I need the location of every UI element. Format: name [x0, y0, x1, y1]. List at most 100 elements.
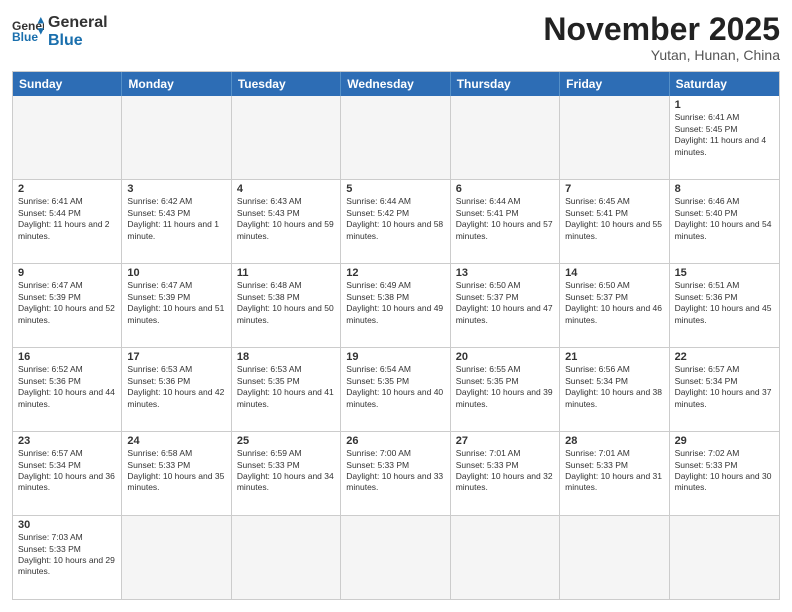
calendar-cell	[232, 516, 341, 599]
cell-info: Sunrise: 6:47 AM Sunset: 5:39 PM Dayligh…	[18, 280, 116, 326]
calendar-cell: 16Sunrise: 6:52 AM Sunset: 5:36 PM Dayli…	[13, 348, 122, 431]
cell-info: Sunrise: 6:50 AM Sunset: 5:37 PM Dayligh…	[456, 280, 554, 326]
calendar-cell: 23Sunrise: 6:57 AM Sunset: 5:34 PM Dayli…	[13, 432, 122, 515]
day-number: 6	[456, 183, 554, 195]
calendar-cell	[451, 96, 560, 179]
weekday-header: Tuesday	[232, 72, 341, 96]
cell-info: Sunrise: 6:52 AM Sunset: 5:36 PM Dayligh…	[18, 364, 116, 410]
weekday-header: Sunday	[13, 72, 122, 96]
cell-info: Sunrise: 6:54 AM Sunset: 5:35 PM Dayligh…	[346, 364, 444, 410]
day-number: 29	[675, 435, 774, 447]
day-number: 5	[346, 183, 444, 195]
logo: General Blue General Blue	[12, 12, 108, 49]
calendar-cell	[670, 516, 779, 599]
day-number: 17	[127, 351, 225, 363]
day-number: 11	[237, 267, 335, 279]
day-number: 16	[18, 351, 116, 363]
cell-info: Sunrise: 6:41 AM Sunset: 5:45 PM Dayligh…	[675, 112, 774, 158]
cell-info: Sunrise: 6:56 AM Sunset: 5:34 PM Dayligh…	[565, 364, 663, 410]
cell-info: Sunrise: 6:41 AM Sunset: 5:44 PM Dayligh…	[18, 196, 116, 242]
calendar-cell	[122, 516, 231, 599]
day-number: 2	[18, 183, 116, 195]
day-number: 12	[346, 267, 444, 279]
weekday-header: Wednesday	[341, 72, 450, 96]
cell-info: Sunrise: 6:47 AM Sunset: 5:39 PM Dayligh…	[127, 280, 225, 326]
calendar-cell: 27Sunrise: 7:01 AM Sunset: 5:33 PM Dayli…	[451, 432, 560, 515]
calendar-cell: 26Sunrise: 7:00 AM Sunset: 5:33 PM Dayli…	[341, 432, 450, 515]
day-number: 27	[456, 435, 554, 447]
cell-info: Sunrise: 7:01 AM Sunset: 5:33 PM Dayligh…	[456, 448, 554, 494]
cell-info: Sunrise: 6:42 AM Sunset: 5:43 PM Dayligh…	[127, 196, 225, 242]
calendar-cell	[560, 516, 669, 599]
day-number: 3	[127, 183, 225, 195]
calendar-cell: 20Sunrise: 6:55 AM Sunset: 5:35 PM Dayli…	[451, 348, 560, 431]
day-number: 24	[127, 435, 225, 447]
calendar-cell: 15Sunrise: 6:51 AM Sunset: 5:36 PM Dayli…	[670, 264, 779, 347]
cell-info: Sunrise: 7:00 AM Sunset: 5:33 PM Dayligh…	[346, 448, 444, 494]
calendar-cell	[232, 96, 341, 179]
cell-info: Sunrise: 6:50 AM Sunset: 5:37 PM Dayligh…	[565, 280, 663, 326]
cell-info: Sunrise: 6:55 AM Sunset: 5:35 PM Dayligh…	[456, 364, 554, 410]
calendar-row: 23Sunrise: 6:57 AM Sunset: 5:34 PM Dayli…	[13, 431, 779, 515]
cell-info: Sunrise: 6:51 AM Sunset: 5:36 PM Dayligh…	[675, 280, 774, 326]
location: Yutan, Hunan, China	[543, 47, 780, 63]
title-block: November 2025 Yutan, Hunan, China	[543, 12, 780, 63]
cell-info: Sunrise: 7:03 AM Sunset: 5:33 PM Dayligh…	[18, 532, 116, 578]
logo-icon: General Blue	[12, 17, 44, 45]
month-title: November 2025	[543, 12, 780, 47]
calendar-cell: 24Sunrise: 6:58 AM Sunset: 5:33 PM Dayli…	[122, 432, 231, 515]
calendar-cell: 8Sunrise: 6:46 AM Sunset: 5:40 PM Daylig…	[670, 180, 779, 263]
day-number: 10	[127, 267, 225, 279]
day-number: 30	[18, 519, 116, 531]
calendar-cell: 3Sunrise: 6:42 AM Sunset: 5:43 PM Daylig…	[122, 180, 231, 263]
calendar-cell	[341, 96, 450, 179]
calendar-cell: 12Sunrise: 6:49 AM Sunset: 5:38 PM Dayli…	[341, 264, 450, 347]
cell-info: Sunrise: 6:46 AM Sunset: 5:40 PM Dayligh…	[675, 196, 774, 242]
cell-info: Sunrise: 6:57 AM Sunset: 5:34 PM Dayligh…	[675, 364, 774, 410]
day-number: 1	[675, 99, 774, 111]
calendar-cell: 30Sunrise: 7:03 AM Sunset: 5:33 PM Dayli…	[13, 516, 122, 599]
cell-info: Sunrise: 6:53 AM Sunset: 5:35 PM Dayligh…	[237, 364, 335, 410]
day-number: 26	[346, 435, 444, 447]
cell-info: Sunrise: 6:44 AM Sunset: 5:42 PM Dayligh…	[346, 196, 444, 242]
calendar-cell	[560, 96, 669, 179]
calendar-cell: 29Sunrise: 7:02 AM Sunset: 5:33 PM Dayli…	[670, 432, 779, 515]
cell-info: Sunrise: 6:53 AM Sunset: 5:36 PM Dayligh…	[127, 364, 225, 410]
calendar-cell: 28Sunrise: 7:01 AM Sunset: 5:33 PM Dayli…	[560, 432, 669, 515]
calendar-cell: 1Sunrise: 6:41 AM Sunset: 5:45 PM Daylig…	[670, 96, 779, 179]
calendar-header: SundayMondayTuesdayWednesdayThursdayFrid…	[13, 72, 779, 96]
calendar-cell: 17Sunrise: 6:53 AM Sunset: 5:36 PM Dayli…	[122, 348, 231, 431]
weekday-header: Thursday	[451, 72, 560, 96]
calendar-row: 2Sunrise: 6:41 AM Sunset: 5:44 PM Daylig…	[13, 179, 779, 263]
calendar-cell: 14Sunrise: 6:50 AM Sunset: 5:37 PM Dayli…	[560, 264, 669, 347]
svg-text:Blue: Blue	[12, 30, 38, 44]
day-number: 25	[237, 435, 335, 447]
calendar-cell: 25Sunrise: 6:59 AM Sunset: 5:33 PM Dayli…	[232, 432, 341, 515]
calendar-row: 9Sunrise: 6:47 AM Sunset: 5:39 PM Daylig…	[13, 263, 779, 347]
day-number: 23	[18, 435, 116, 447]
cell-info: Sunrise: 6:48 AM Sunset: 5:38 PM Dayligh…	[237, 280, 335, 326]
cell-info: Sunrise: 6:49 AM Sunset: 5:38 PM Dayligh…	[346, 280, 444, 326]
calendar-cell	[341, 516, 450, 599]
day-number: 15	[675, 267, 774, 279]
calendar-cell: 22Sunrise: 6:57 AM Sunset: 5:34 PM Dayli…	[670, 348, 779, 431]
weekday-header: Saturday	[670, 72, 779, 96]
calendar: SundayMondayTuesdayWednesdayThursdayFrid…	[12, 71, 780, 600]
calendar-cell	[451, 516, 560, 599]
day-number: 22	[675, 351, 774, 363]
cell-info: Sunrise: 7:01 AM Sunset: 5:33 PM Dayligh…	[565, 448, 663, 494]
weekday-header: Friday	[560, 72, 669, 96]
day-number: 18	[237, 351, 335, 363]
day-number: 13	[456, 267, 554, 279]
calendar-cell: 6Sunrise: 6:44 AM Sunset: 5:41 PM Daylig…	[451, 180, 560, 263]
day-number: 7	[565, 183, 663, 195]
calendar-row: 16Sunrise: 6:52 AM Sunset: 5:36 PM Dayli…	[13, 347, 779, 431]
calendar-cell: 18Sunrise: 6:53 AM Sunset: 5:35 PM Dayli…	[232, 348, 341, 431]
calendar-cell: 9Sunrise: 6:47 AM Sunset: 5:39 PM Daylig…	[13, 264, 122, 347]
cell-info: Sunrise: 7:02 AM Sunset: 5:33 PM Dayligh…	[675, 448, 774, 494]
cell-info: Sunrise: 6:45 AM Sunset: 5:41 PM Dayligh…	[565, 196, 663, 242]
calendar-cell: 19Sunrise: 6:54 AM Sunset: 5:35 PM Dayli…	[341, 348, 450, 431]
calendar-cell: 5Sunrise: 6:44 AM Sunset: 5:42 PM Daylig…	[341, 180, 450, 263]
calendar-cell: 11Sunrise: 6:48 AM Sunset: 5:38 PM Dayli…	[232, 264, 341, 347]
calendar-cell: 13Sunrise: 6:50 AM Sunset: 5:37 PM Dayli…	[451, 264, 560, 347]
